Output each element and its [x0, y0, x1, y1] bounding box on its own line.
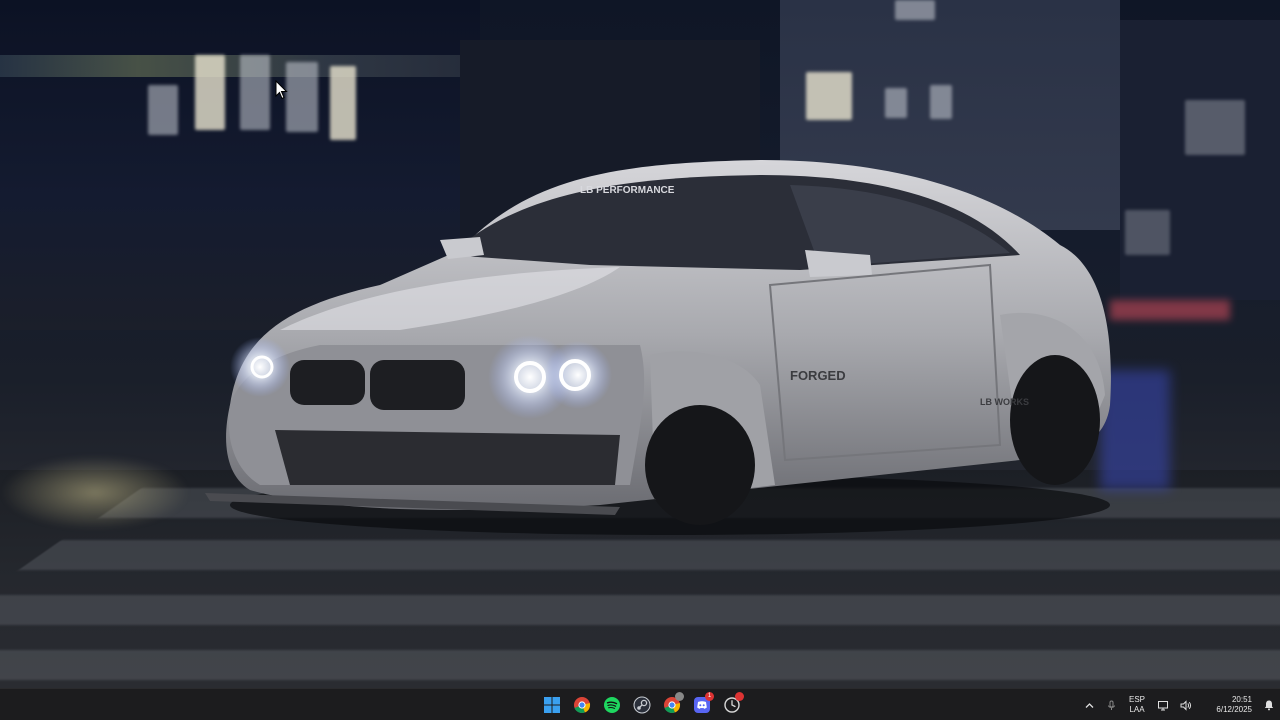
- steam-icon: [633, 696, 651, 714]
- clock-time: 20:51: [1231, 695, 1252, 704]
- taskbar-chrome-profile[interactable]: [660, 691, 684, 719]
- profile-badge: [675, 692, 684, 701]
- bell-icon: [1264, 700, 1274, 711]
- start-button[interactable]: [540, 691, 564, 719]
- building-far-right: [1120, 20, 1280, 300]
- volume-button[interactable]: [1174, 691, 1196, 719]
- taskbar-chrome[interactable]: [570, 691, 594, 719]
- road-stripe: [0, 595, 1280, 625]
- language-indicator[interactable]: ESP LAA: [1122, 695, 1152, 715]
- system-tray: ESP LAA 20:51 6/12/2025: [1078, 689, 1280, 720]
- microphone-icon: [1107, 700, 1115, 710]
- clock-date: 6/12/2025: [1216, 705, 1252, 714]
- desktop-wallpaper[interactable]: FORGED LB WORKS LB PERFORMANCE: [0, 0, 1280, 688]
- show-hidden-icons-button[interactable]: [1078, 691, 1100, 719]
- clock[interactable]: 20:51 6/12/2025: [1196, 695, 1258, 715]
- window-light: [895, 0, 935, 20]
- taskbar: 1 ESP LAA 20:51 6/12/2025: [0, 688, 1280, 720]
- awning: [0, 55, 460, 77]
- notification-badge: 1: [705, 692, 714, 701]
- road-stripe: [18, 540, 1280, 570]
- window-light: [930, 85, 952, 119]
- taskbar-apps: 1: [540, 689, 744, 720]
- keyboard-layout: LAA: [1129, 705, 1145, 714]
- windows-logo-icon: [544, 697, 560, 713]
- chevron-up-icon: [1085, 702, 1093, 708]
- svg-text:LB PERFORMANCE: LB PERFORMANCE: [580, 185, 675, 196]
- alert-badge: [735, 692, 744, 701]
- notifications-button[interactable]: [1258, 691, 1280, 719]
- svg-text:FORGED: FORGED: [790, 368, 846, 383]
- taskbar-steam[interactable]: [630, 691, 654, 719]
- network-button[interactable]: [1152, 691, 1174, 719]
- road-stripe: [0, 650, 1280, 680]
- chrome-icon: [574, 697, 591, 714]
- mouse-pointer-icon: [275, 80, 288, 100]
- network-icon: [1157, 700, 1168, 710]
- taskbar-clock-app[interactable]: [720, 691, 744, 719]
- car-illustration: FORGED LB WORKS LB PERFORMANCE: [205, 160, 1111, 535]
- svg-text:LB WORKS: LB WORKS: [980, 397, 1029, 407]
- window-light: [148, 85, 178, 135]
- window-light: [240, 55, 270, 130]
- taskbar-spotify[interactable]: [600, 691, 624, 719]
- window-light: [330, 66, 356, 140]
- window-light: [885, 88, 907, 118]
- speaker-icon: [1180, 699, 1191, 711]
- language-code: ESP: [1128, 695, 1145, 704]
- window-light: [806, 72, 852, 120]
- taskbar-discord[interactable]: 1: [690, 691, 714, 719]
- bokeh-light: [0, 455, 190, 530]
- spotify-icon: [604, 697, 620, 713]
- window-light: [286, 62, 318, 132]
- microphone-button[interactable]: [1100, 691, 1122, 719]
- window-light: [195, 55, 225, 130]
- window-light: [1185, 100, 1245, 155]
